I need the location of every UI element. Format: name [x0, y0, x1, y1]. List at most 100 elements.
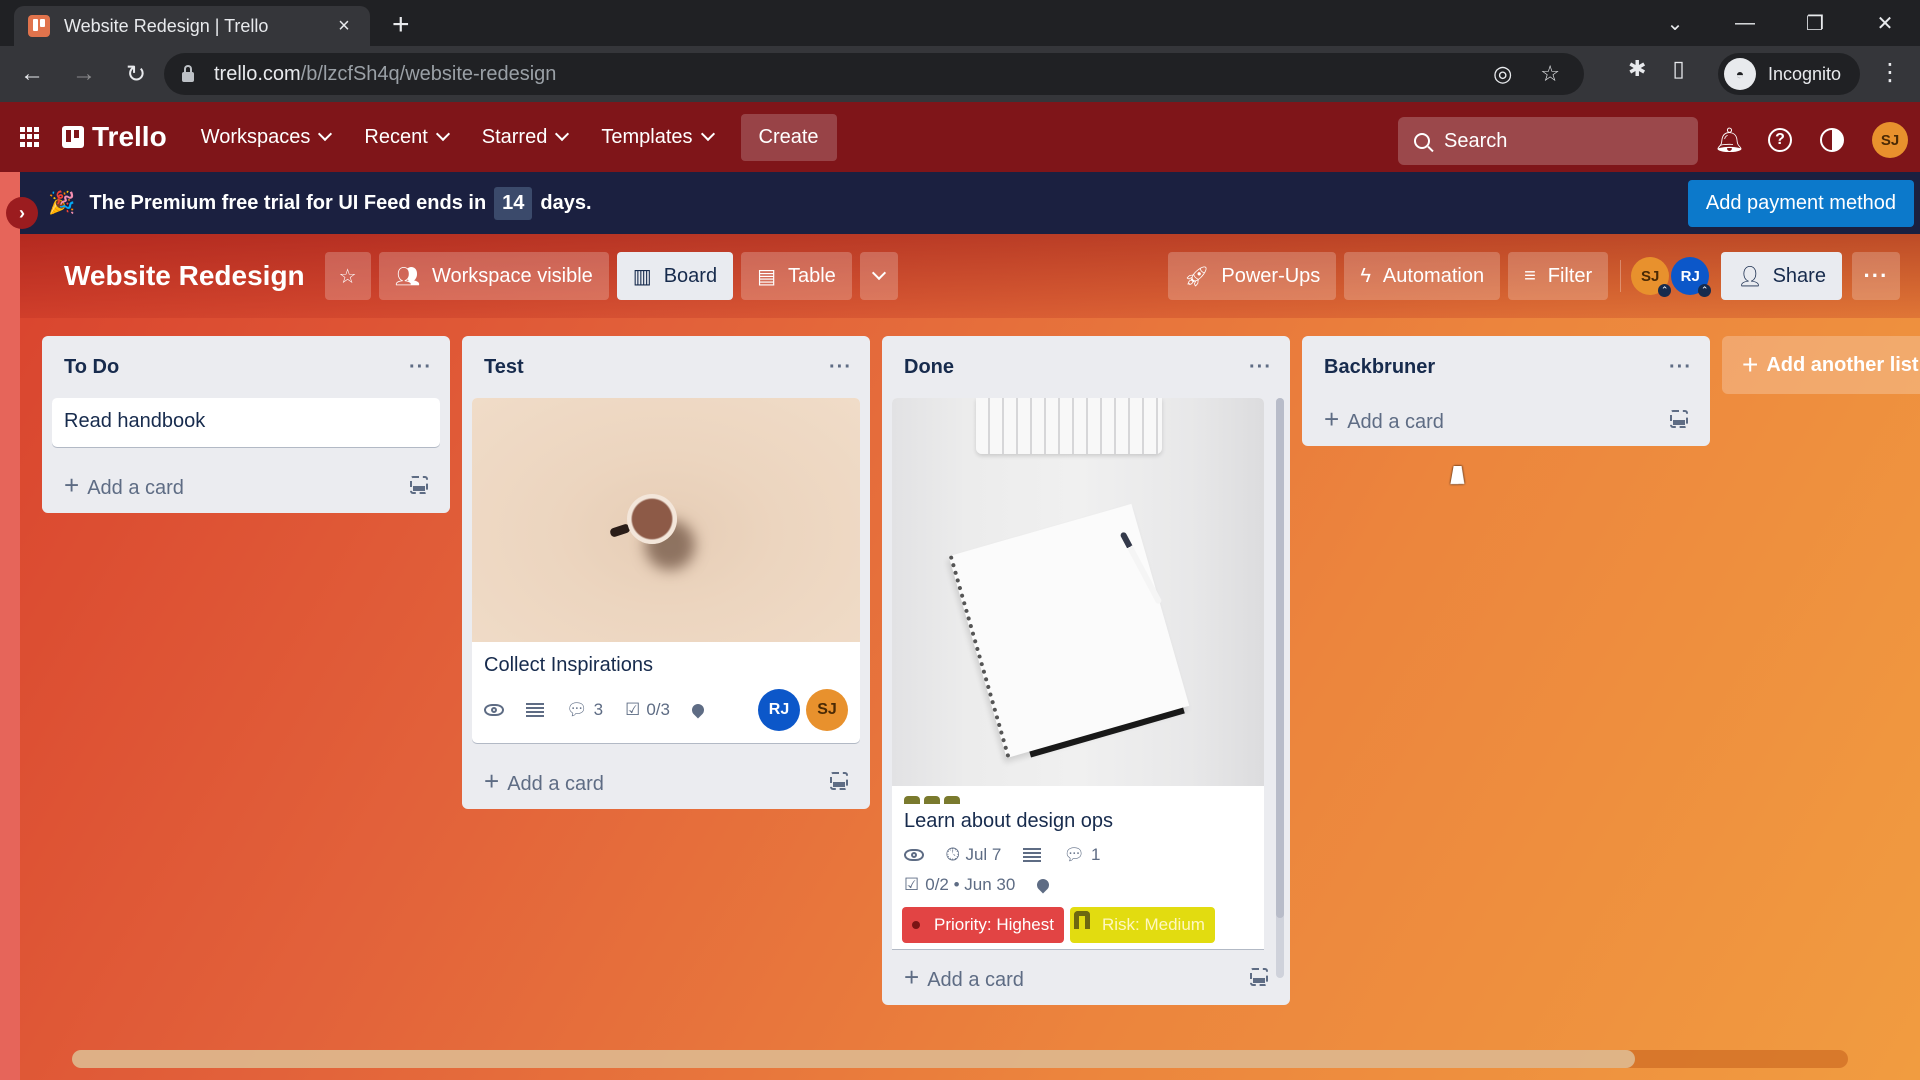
list-title[interactable]: Test	[484, 356, 524, 379]
create-from-template-icon[interactable]	[410, 476, 428, 494]
board-horizontal-scrollbar[interactable]	[72, 1050, 1848, 1068]
list-title[interactable]: Done	[904, 356, 954, 379]
chevron-down-icon	[700, 126, 715, 142]
visibility-button[interactable]: 👥︎ Workspace visible	[378, 252, 609, 300]
card[interactable]: Collect Inspirations 💬︎ 3 ☑ 0/3 RJ SJ	[472, 398, 860, 743]
list-scrollbar[interactable]	[1276, 398, 1284, 978]
board-title[interactable]: Website Redesign	[64, 260, 305, 292]
bookmark-star-icon[interactable]: ☆	[1540, 61, 1560, 87]
browser-tab[interactable]: Website Redesign | Trello ×	[14, 6, 370, 46]
close-tab-icon[interactable]: ×	[332, 15, 356, 38]
list-title[interactable]: Backbruner	[1324, 356, 1435, 379]
board-member[interactable]: RJ ⌃	[1671, 257, 1712, 297]
nav-recent[interactable]: Recent	[350, 126, 467, 149]
app-switcher-icon[interactable]	[20, 127, 40, 147]
watching-eye-icon	[904, 849, 924, 861]
automation-button[interactable]: ϟ Automation	[1344, 252, 1501, 300]
star-board-button[interactable]: ☆	[324, 252, 371, 300]
back-button[interactable]: ←	[12, 60, 52, 88]
side-panel-icon[interactable]: ▯	[1672, 56, 1684, 82]
add-another-list-button[interactable]: + Add another list	[1722, 336, 1920, 394]
browser-menu-icon[interactable]: ⋮	[1878, 58, 1902, 87]
card[interactable]: Read handbook	[52, 398, 440, 447]
add-card-label: Add a card	[927, 968, 1024, 991]
browser-toolbar: ← → ↻ trello.com/b/lzcfSh4q/website-rede…	[0, 46, 1920, 102]
label-risk[interactable]: Risk: Medium	[1069, 907, 1215, 943]
board-member[interactable]: SJ ⌃	[1631, 257, 1672, 297]
theme-contrast-icon[interactable]	[1820, 128, 1844, 152]
plus-icon: +	[484, 765, 500, 796]
add-payment-method-button[interactable]: Add payment method	[1687, 180, 1914, 227]
reload-button[interactable]: ↻	[116, 60, 156, 89]
list-menu-icon[interactable]: ···	[409, 356, 432, 379]
search-placeholder: Search	[1444, 129, 1508, 152]
sidebar-expand-button[interactable]: ›	[6, 197, 38, 229]
search-input[interactable]: Search	[1398, 117, 1698, 165]
tab-search-icon[interactable]: ⌄	[1640, 11, 1710, 36]
new-tab-button[interactable]: +	[392, 10, 410, 40]
user-avatar[interactable]: SJ	[1872, 122, 1908, 158]
sidebar-collapsed-rail	[0, 172, 20, 1080]
url-path: /b/lzcfSh4q/website-redesign	[300, 62, 557, 85]
checklist-count: 0/3	[646, 700, 670, 719]
create-button[interactable]: Create	[740, 113, 837, 161]
clock-icon: 🕓︎	[946, 845, 960, 864]
board-menu-button[interactable]: ···	[1851, 252, 1900, 300]
nav-templates[interactable]: Templates	[587, 126, 732, 149]
banner-text: The Premium free trial for UI Feed ends …	[89, 191, 487, 214]
filter-button[interactable]: ≡ Filter	[1508, 252, 1609, 300]
minimize-button[interactable]: —	[1710, 12, 1780, 35]
add-list-label: Add another list	[1766, 353, 1919, 376]
nav-workspaces[interactable]: Workspaces	[187, 126, 351, 149]
party-popper-icon: 🎉	[48, 190, 76, 215]
label-priority[interactable]: Priority: Highest	[902, 907, 1064, 943]
add-card-row: + Add a card	[1312, 392, 1700, 446]
help-icon[interactable]: ?	[1768, 128, 1792, 152]
card-member-avatar[interactable]: SJ	[806, 689, 848, 731]
list-menu-icon[interactable]: ···	[1249, 356, 1272, 379]
nav-starred[interactable]: Starred	[468, 126, 588, 149]
scrollbar-thumb[interactable]	[72, 1050, 1635, 1068]
more-views-button[interactable]	[859, 252, 898, 300]
add-card-button[interactable]: + Add a card	[1324, 404, 1444, 435]
checklist-icon: ☑	[625, 700, 641, 719]
filter-icon: ≡	[1524, 264, 1536, 287]
nav-label: Recent	[364, 125, 428, 148]
power-ups-button[interactable]: 🚀︎ Power-Ups	[1168, 252, 1337, 300]
card-member-avatar[interactable]: RJ	[758, 689, 800, 731]
list-title[interactable]: To Do	[64, 356, 119, 379]
table-view-icon: ▤	[757, 265, 776, 288]
board-header: Website Redesign ☆ 👥︎ Workspace visible …	[20, 234, 1920, 318]
add-card-button[interactable]: + Add a card	[64, 470, 184, 501]
close-window-button[interactable]: ✕	[1850, 11, 1920, 36]
view-label: Table	[787, 264, 836, 287]
search-icon	[1414, 133, 1430, 149]
collapsed-label-strip[interactable]	[892, 786, 1264, 804]
notifications-bell-icon[interactable]: 🔔︎	[1714, 126, 1744, 155]
address-bar[interactable]: trello.com/b/lzcfSh4q/website-redesign ◎…	[164, 53, 1584, 95]
add-card-button[interactable]: + Add a card	[904, 962, 1024, 993]
extensions-icon[interactable]: ✱	[1628, 56, 1646, 82]
card-title: Read handbook	[64, 410, 206, 432]
trello-logo[interactable]: Trello	[62, 121, 167, 153]
workspace-people-icon: 👥︎	[394, 265, 420, 288]
tracking-protection-icon[interactable]: ◎	[1493, 61, 1512, 87]
create-from-template-icon[interactable]	[1250, 968, 1268, 986]
card[interactable]: Learn about design ops 🕓︎ Jul 7 💬︎ 1 ☑ 0/2 …	[892, 398, 1264, 949]
incognito-profile-button[interactable]: ◓ Incognito	[1718, 53, 1860, 95]
create-from-template-icon[interactable]	[1670, 410, 1688, 428]
create-from-template-icon[interactable]	[830, 772, 848, 790]
view-board-tab[interactable]: ▥ Board	[616, 252, 734, 300]
view-table-tab[interactable]: ▤ Table	[741, 252, 852, 300]
list-menu-icon[interactable]: ···	[829, 356, 852, 379]
restore-button[interactable]: ❐	[1780, 11, 1850, 36]
url-host: trello.com	[214, 62, 301, 85]
window-controls: ⌄ — ❐ ✕	[1640, 0, 1920, 46]
incognito-icon: ◓	[1724, 58, 1756, 90]
forward-button[interactable]: →	[64, 60, 104, 88]
list-menu-icon[interactable]: ···	[1669, 356, 1692, 379]
share-button[interactable]: 👤︎ Share	[1721, 252, 1842, 300]
trello-header: Trello Workspaces Recent Starred Templat…	[0, 102, 1920, 172]
add-card-button[interactable]: + Add a card	[484, 766, 604, 797]
header-nav: Workspaces Recent Starred Templates Crea…	[187, 113, 837, 161]
